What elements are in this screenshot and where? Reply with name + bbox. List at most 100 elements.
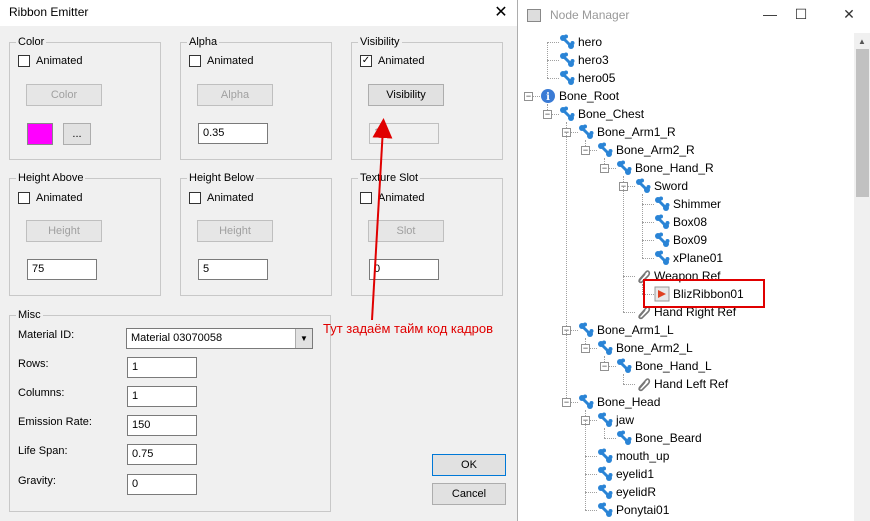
bone-icon [559,106,575,122]
collapse-toggle-icon[interactable]: − [524,92,533,101]
alpha-input[interactable]: 0.35 [198,123,268,144]
tree-node-label: Bone_Arm2_R [616,143,695,157]
collapse-toggle-icon[interactable]: − [581,146,590,155]
tree-node[interactable]: xPlane01 [654,249,723,267]
vertical-scrollbar[interactable]: ▲ [854,33,870,521]
collapse-toggle-icon[interactable]: − [600,164,609,173]
visibility-legend: Visibility [360,36,400,48]
tree-node[interactable]: mouth_up [597,447,669,465]
tree-node[interactable]: hero [559,33,602,51]
tree-node-label: Bone_Root [559,89,620,103]
bone-icon [597,142,613,158]
tree-connector [623,384,635,385]
tree-node[interactable]: Sword [635,177,688,195]
tree-node[interactable]: Box08 [654,213,707,231]
node-tree[interactable]: hero hero3 hero05− i Bone_Root − Bone_Chest − Bo… [520,33,854,521]
ok-button[interactable]: OK [432,454,506,476]
tree-node[interactable]: hero3 [559,51,609,69]
checkbox-box [18,55,30,67]
tree-node[interactable]: i Bone_Root [540,87,619,105]
collapse-toggle-icon[interactable]: − [581,344,590,353]
tree-node-label: eyelid1 [616,467,655,481]
tree-node[interactable]: Bone_Arm1_R [578,123,676,141]
tree-node-label: Sword [654,179,689,193]
visibility-button[interactable]: Visibility [368,84,444,106]
color-button[interactable]: Color [26,84,102,106]
cancel-button[interactable]: Cancel [432,483,506,505]
tree-node-label: Bone_Hand_L [635,359,712,373]
tree-connector [623,276,624,312]
tree-connector [642,194,643,204]
height-above-input[interactable]: 75 [27,259,97,280]
alpha-button[interactable]: Alpha [197,84,273,106]
emission-rate-input[interactable]: 150 [127,415,197,436]
svg-text:i: i [546,92,550,103]
tree-node-label: Box08 [673,215,708,229]
chevron-down-icon[interactable]: ▼ [295,329,312,348]
tree-connector [585,474,586,492]
tree-node[interactable]: eyelidR [597,483,656,501]
texture-slot-button[interactable]: Slot [368,220,444,242]
tree-node[interactable]: Bone_Hand_L [616,357,712,375]
columns-input[interactable]: 1 [127,386,197,407]
tree-node[interactable]: Bone_Beard [616,429,702,447]
close-icon[interactable]: ✕ [485,0,517,26]
visibility-input[interactable]: 1 [369,123,439,144]
tree-connector [566,330,567,402]
tree-node-label: eyelidR [616,485,657,499]
close-icon[interactable]: ✕ [834,6,864,23]
collapse-toggle-icon[interactable]: − [562,398,571,407]
material-id-select[interactable]: Material 03070058 ▼ [126,328,313,349]
tree-node[interactable]: Bone_Arm1_L [578,321,674,339]
tree-node[interactable]: Bone_Chest [559,105,644,123]
tree-node[interactable]: Bone_Hand_R [616,159,714,177]
checkbox-label: Animated [378,55,425,67]
color-picker-button[interactable]: ... [63,123,91,145]
scrollbar-thumb[interactable] [856,49,869,197]
height-above-animated-checkbox[interactable]: Animated [18,192,82,204]
tree-node[interactable]: hero05 [559,69,615,87]
tree-node[interactable]: Ponytai01 [597,501,669,519]
tree-node[interactable]: Hand Left Ref [635,375,728,393]
info-icon: i [540,88,556,104]
tree-node[interactable]: eyelid1 [597,465,654,483]
tree-node[interactable]: Bone_Arm2_R [597,141,695,159]
tree-node[interactable]: Bone_Arm2_L [597,339,693,357]
rows-input[interactable]: 1 [127,357,197,378]
tree-node[interactable]: jaw [597,411,634,429]
bone-icon [559,70,575,86]
checkbox-box [189,55,201,67]
checkbox-label: Animated [207,55,254,67]
tree-node[interactable]: Bone_Head [578,393,660,411]
tree-connector [623,374,624,384]
window-icon [527,9,541,22]
collapse-toggle-icon[interactable]: − [543,110,552,119]
minimize-icon[interactable]: — [755,6,785,22]
bone-icon [597,484,613,500]
alpha-animated-checkbox[interactable]: Animated [189,55,253,67]
collapse-toggle-icon[interactable]: − [600,362,609,371]
tree-connector [547,60,548,78]
scroll-up-icon[interactable]: ▲ [858,37,866,46]
texture-slot-input[interactable]: 0 [369,259,439,280]
color-swatch[interactable] [27,123,53,145]
tree-node[interactable]: Box09 [654,231,707,249]
height-below-animated-checkbox[interactable]: Animated [189,192,253,204]
checkbox-box [189,192,201,204]
visibility-animated-checkbox[interactable]: ✓ Animated [360,55,424,67]
life-span-input[interactable]: 0.75 [127,444,197,465]
texture-slot-animated-checkbox[interactable]: Animated [360,192,424,204]
height-above-button[interactable]: Height [26,220,102,242]
maximize-icon[interactable]: ☐ [786,6,816,23]
color-animated-checkbox[interactable]: Animated [18,55,82,67]
tree-node[interactable]: Shimmer [654,195,721,213]
height-below-button[interactable]: Height [197,220,273,242]
material-id-value: Material 03070058 [131,332,223,344]
gravity-input[interactable]: 0 [127,474,197,495]
checkbox-label: Animated [207,192,254,204]
tree-node-label: Bone_Arm2_L [616,341,693,355]
tree-node-label: Bone_Hand_R [635,161,714,175]
height-below-input[interactable]: 5 [198,259,268,280]
tree-node-label: jaw [616,413,635,427]
color-legend: Color [18,36,45,48]
